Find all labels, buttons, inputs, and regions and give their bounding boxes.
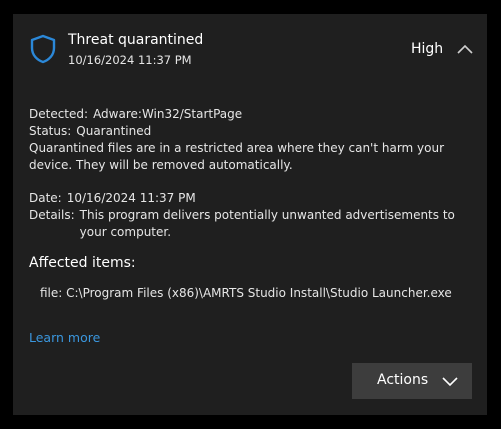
detected-label: Detected: [29,107,89,121]
chevron-down-icon [442,377,458,387]
threat-card: Threat quarantined 10/16/2024 11:37 PM H… [13,14,487,415]
details-value: This program delivers potentially unwant… [79,208,455,239]
status-block: Detected: Adware:Win32/StartPage Status:… [29,106,474,174]
actions-label: Actions [377,372,429,388]
status-description: Quarantined files are in a restricted ar… [29,141,445,172]
detected-value: Adware:Win32/StartPage [93,107,243,121]
status-label: Status: [29,124,72,138]
date-block: Date: 10/16/2024 11:37 PM Details: This … [29,190,474,241]
details-row: Details: This program delivers potential… [29,207,474,241]
actions-button[interactable]: Actions [352,363,472,399]
status-value: Quarantined [76,124,152,138]
date-label: Date: [29,191,62,205]
date-value: 10/16/2024 11:37 PM [66,191,196,205]
threat-timestamp: 10/16/2024 11:37 PM [68,53,192,67]
learn-more-link[interactable]: Learn more [29,330,100,345]
detected-row: Detected: Adware:Win32/StartPage [29,106,474,123]
chevron-up-icon[interactable] [455,42,475,56]
date-row: Date: 10/16/2024 11:37 PM [29,190,474,207]
severity-label: High [411,41,444,57]
affected-item: file: C:\Program Files (x86)\AMRTS Studi… [40,286,452,300]
affected-items-heading: Affected items: [29,255,136,271]
threat-title: Threat quarantined [68,32,204,48]
status-row: Status: Quarantined [29,123,474,140]
details-label: Details: [29,208,75,222]
shield-icon [30,34,56,64]
